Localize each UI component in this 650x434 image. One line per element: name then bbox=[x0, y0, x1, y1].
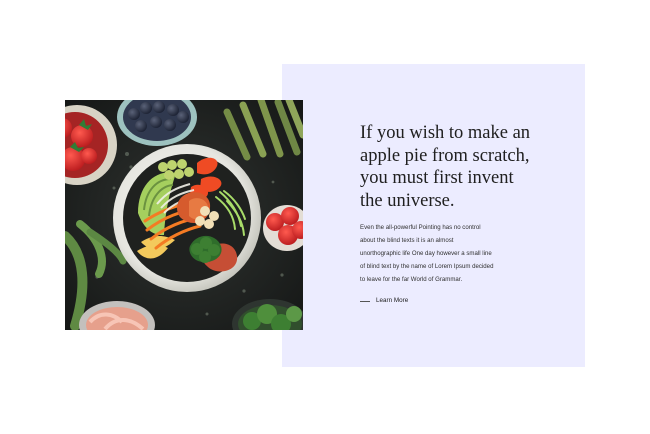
title-line-1: If you wish to make an bbox=[360, 123, 531, 143]
learn-more-label: Learn More bbox=[376, 297, 409, 304]
link-line-icon bbox=[360, 300, 370, 302]
body-line-3: unorthographic life One day however a sm… bbox=[360, 250, 492, 258]
body-line-1: Even the all-powerful Pointing has no co… bbox=[360, 224, 481, 232]
body-copy: Even the all-powerful Pointing has no co… bbox=[360, 222, 560, 287]
page-title: If you wish to make an apple pie from sc… bbox=[360, 122, 560, 212]
hero-section: If you wish to make an apple pie from sc… bbox=[0, 0, 650, 434]
food-bowl-photo bbox=[65, 100, 303, 330]
body-line-5: to leave for the far World of Grammar. bbox=[360, 276, 463, 283]
title-line-4: the universe. bbox=[360, 190, 455, 211]
body-line-2: about the blind texts it is an almost bbox=[360, 237, 454, 245]
hero-copy: If you wish to make an apple pie from sc… bbox=[360, 122, 560, 287]
body-line-4: of blind text by the name of Lorem Ipsum… bbox=[360, 263, 494, 271]
learn-more-link[interactable]: Learn More bbox=[360, 296, 408, 306]
title-line-2: apple pie from scratch, bbox=[360, 145, 530, 166]
title-line-3: you must first invent bbox=[360, 168, 514, 189]
meal-bowl bbox=[113, 144, 261, 292]
